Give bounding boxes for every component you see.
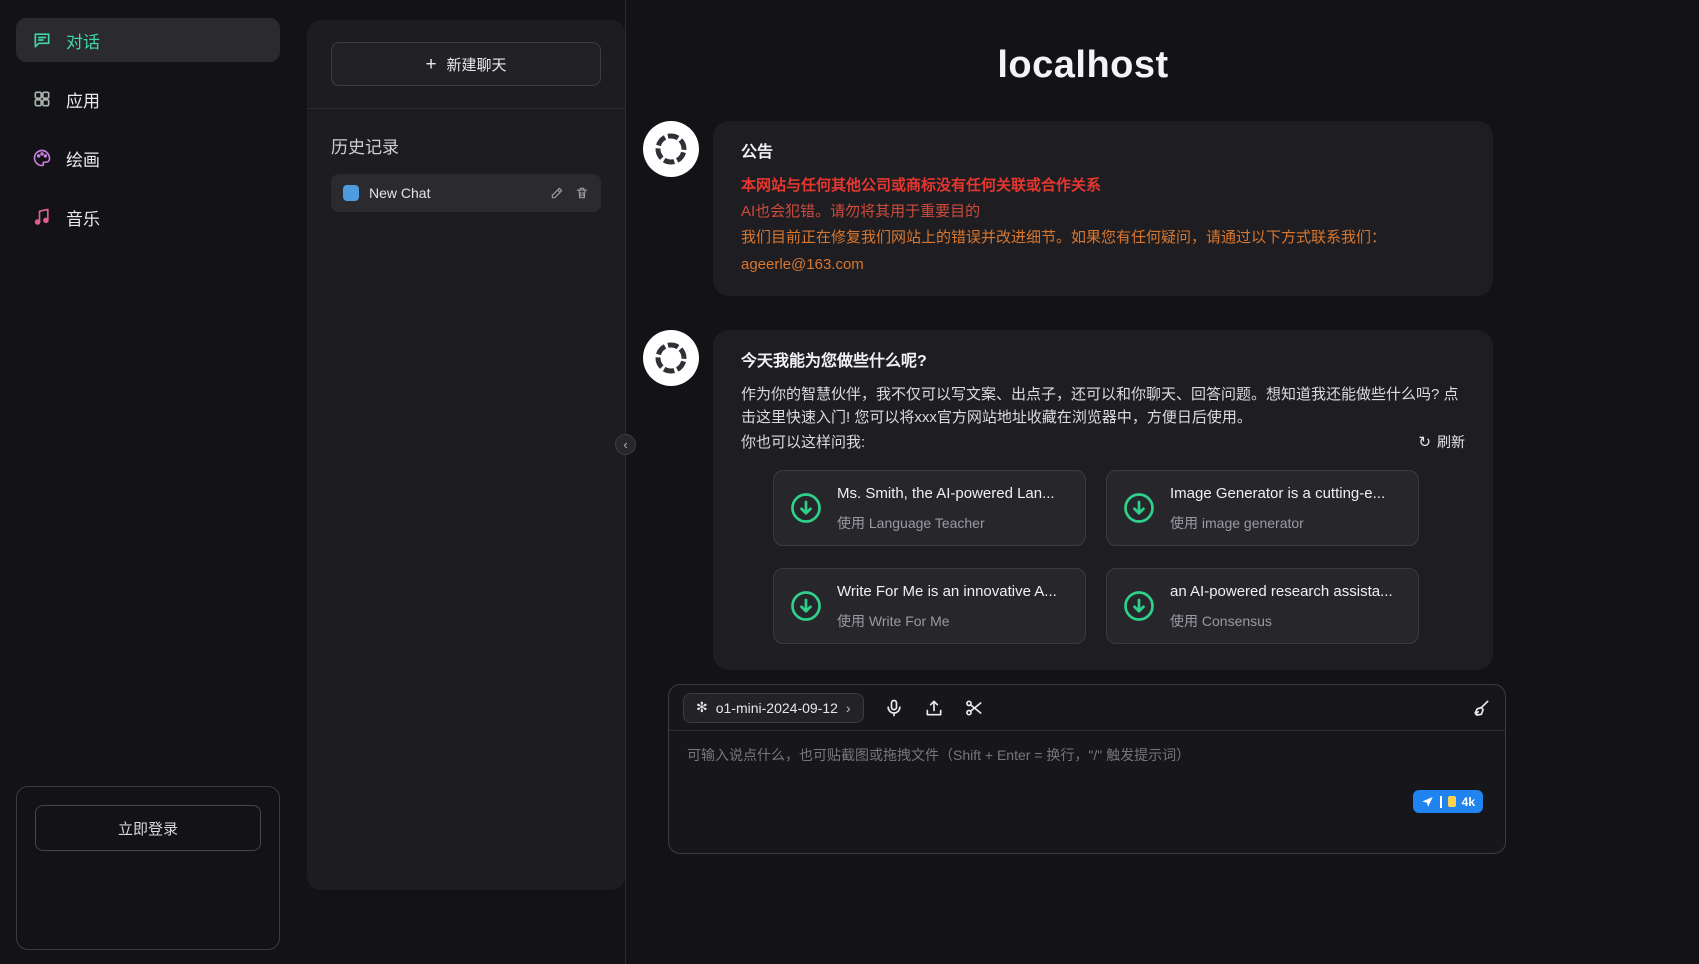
new-chat-label: 新建聊天 [447,54,507,75]
collapse-handle[interactable]: ‹ [615,434,636,455]
sidebar-item-label: 音乐 [66,205,100,230]
announcement-title: 公告 [741,141,1465,166]
chevron-right-icon: › [846,700,851,716]
suggestion-title: an AI-powered research assista... [1170,580,1393,603]
send-icon [1421,795,1434,808]
sidebar-item-apps[interactable]: 应用 [16,77,280,121]
openai-logo-icon [651,129,691,169]
edit-icon[interactable] [550,186,564,200]
page-title: localhost [643,44,1523,87]
login-button[interactable]: 立即登录 [35,805,261,851]
token-count: 4k [1462,795,1475,809]
announcement-line-1: 本网站与任何其他公司或商标没有任何关联或合作关系 [741,174,1465,197]
suggestion-grid: Ms. Smith, the AI-powered Lan... 使用 Lang… [773,470,1465,644]
sidebar-item-drawing[interactable]: 绘画 [16,136,280,180]
refresh-button[interactable]: ↻ 刷新 [1418,431,1465,454]
suggestion-card[interactable]: Ms. Smith, the AI-powered Lan... 使用 Lang… [773,470,1086,546]
palette-icon [31,147,53,169]
chat-item-title: New Chat [369,185,540,201]
sidebar-item-label: 绘画 [66,146,100,171]
assistant-avatar [643,121,699,177]
sidebar-item-label: 对话 [66,28,100,53]
microphone-button[interactable] [884,698,904,718]
model-name: o1-mini-2024-09-12 [716,700,838,716]
suggestion-subtitle: 使用 Write For Me [837,611,1057,633]
chevron-left-icon: ‹ [623,437,627,452]
chat-list-header: + 新建聊天 [307,20,625,108]
sidebar-item-chat[interactable]: 对话 [16,18,280,62]
suggestion-card[interactable]: an AI-powered research assista... 使用 Con… [1106,568,1419,644]
announcement-bubble: 公告 本网站与任何其他公司或商标没有任何关联或合作关系 AI也会犯错。请勿将其用… [713,121,1493,296]
clear-broom-button[interactable] [1471,698,1491,718]
message-input[interactable] [687,745,1487,817]
refresh-icon: ↻ [1418,431,1431,454]
suggestion-title: Ms. Smith, the AI-powered Lan... [837,482,1055,505]
welcome-bubble: 今天我能为您做些什么呢? 作为你的智慧伙伴，我不仅可以写文案、出点子，还可以和你… [713,330,1493,671]
chat-main: localhost 公告 本网站与任何其他公司或商标没有任何关联或合作关系 AI… [626,0,1699,964]
suggestion-title: Write For Me is an innovative A... [837,580,1057,603]
chat-list-panel: + 新建聊天 历史记录 New Chat [307,20,625,890]
ask-hint: 你也可以这样问我: [741,431,865,454]
history-title: 历史记录 [307,109,625,174]
composer-body: 4k [669,731,1505,853]
suggestion-subtitle: 使用 Consensus [1170,611,1393,633]
sidebar-item-music[interactable]: 音乐 [16,195,280,239]
announcement-line-3: 我们目前正在修复我们网站上的错误并改进细节。如果您有任何疑问，请通过以下方式联系… [741,226,1465,249]
plus-icon: + [425,55,436,74]
message-welcome: 今天我能为您做些什么呢? 作为你的智慧伙伴，我不仅可以写文案、出点子，还可以和你… [643,330,1523,671]
welcome-title: 今天我能为您做些什么呢? [741,350,1465,375]
message-announcement: 公告 本网站与任何其他公司或商标没有任何关联或合作关系 AI也会犯错。请勿将其用… [643,121,1523,296]
chat-item-actions [550,186,589,200]
delete-icon[interactable] [575,186,589,200]
circled-arrow-down-icon [1121,490,1157,526]
apps-grid-icon [31,88,53,110]
suggestion-title: Image Generator is a cutting-e... [1170,482,1385,505]
suggestion-card[interactable]: Write For Me is an innovative A... 使用 Wr… [773,568,1086,644]
upload-button[interactable] [924,698,944,718]
scissors-button[interactable] [964,698,984,718]
chat-bubble-icon [31,29,53,51]
sidebar-item-label: 应用 [66,87,100,112]
send-token-badge[interactable]: 4k [1413,790,1483,813]
suggestion-subtitle: 使用 image generator [1170,513,1385,535]
openai-logo-icon [651,338,691,378]
left-sidebar: 对话 应用 绘画 音乐 立即登录 [0,0,307,964]
sparkle-icon: ✻ [696,699,708,716]
badge-divider [1440,796,1442,808]
suggestion-card[interactable]: Image Generator is a cutting-e... 使用 ima… [1106,470,1419,546]
model-selector[interactable]: ✻ o1-mini-2024-09-12 › [683,693,864,723]
welcome-body: 作为你的智慧伙伴，我不仅可以写文案、出点子，还可以和你聊天、回答问题。想知道我还… [741,383,1465,430]
circled-arrow-down-icon [1121,588,1157,624]
music-note-icon [31,206,53,228]
composer: ✻ o1-mini-2024-09-12 › [668,684,1506,854]
refresh-label: 刷新 [1437,432,1465,454]
circled-arrow-down-icon [788,588,824,624]
announcement-line-2: AI也会犯错。请勿将其用于重要目的 [741,200,1465,223]
circled-arrow-down-icon [788,490,824,526]
login-panel: 立即登录 [16,786,280,950]
main-divider: ‹ [625,0,626,964]
token-doc-icon [1448,796,1456,807]
composer-toolbar: ✻ o1-mini-2024-09-12 › [669,685,1505,731]
chat-list-item[interactable]: New Chat [331,174,601,212]
new-chat-button[interactable]: + 新建聊天 [331,42,601,86]
suggestion-subtitle: 使用 Language Teacher [837,513,1055,535]
contact-email-link[interactable]: ageerle@163.com [741,253,1465,276]
assistant-avatar [643,330,699,386]
chat-avatar-square [343,185,359,201]
